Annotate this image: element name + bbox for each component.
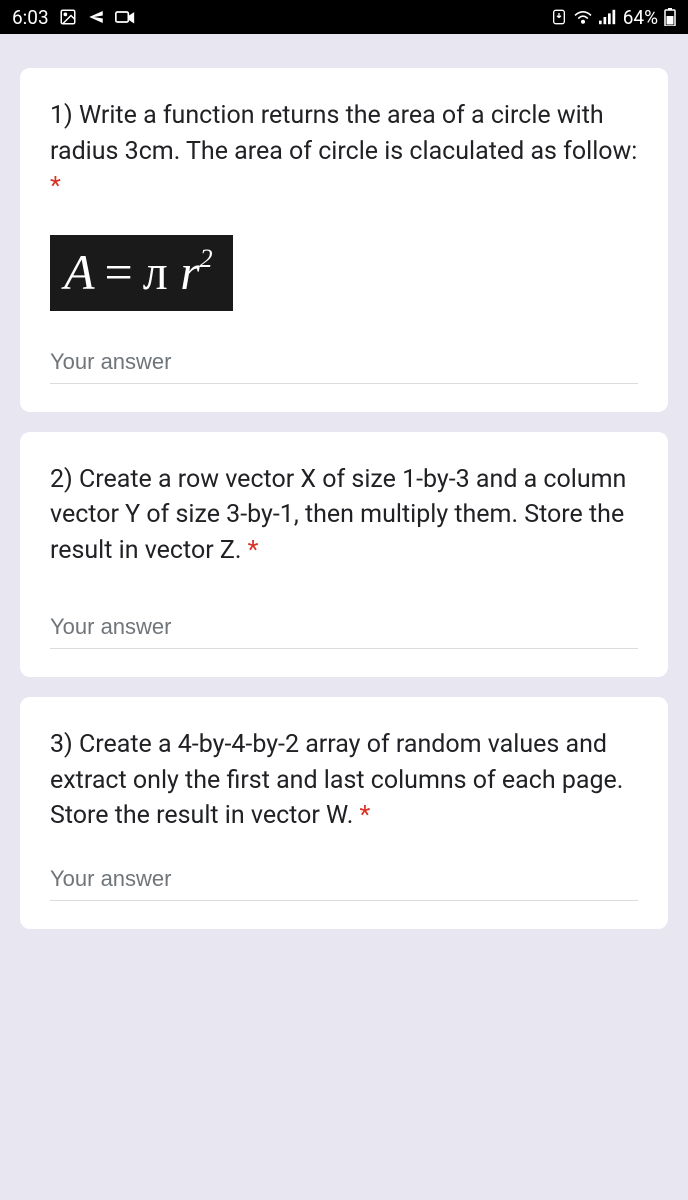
send-icon [87, 8, 105, 26]
signal-icon [599, 9, 617, 25]
answer-input-2[interactable] [50, 610, 638, 649]
required-asterisk: * [248, 536, 259, 565]
question-card-3: 3) Create a 4-by-4-by-2 array of random … [20, 697, 668, 929]
question-body-1: 1) Write a function returns the area of … [50, 101, 637, 166]
status-bar: 6:03 64% [0, 0, 688, 34]
battery-percent: 64% [623, 6, 658, 29]
question-text-3: 3) Create a 4-by-4-by-2 array of random … [50, 727, 638, 834]
gallery-icon [59, 8, 77, 26]
question-card-2: 2) Create a row vector X of size 1-by-3 … [20, 432, 668, 678]
wifi-icon [573, 9, 593, 25]
status-right: 64% [551, 6, 676, 29]
question-text-2: 2) Create a row vector X of size 1-by-3 … [50, 462, 638, 569]
answer-input-1[interactable] [50, 345, 638, 384]
answer-input-3[interactable] [50, 862, 638, 901]
question-card-1: 1) Write a function returns the area of … [20, 68, 668, 412]
question-text-1: 1) Write a function returns the area of … [50, 98, 638, 205]
form-content: 1) Write a function returns the area of … [0, 34, 688, 929]
status-time: 6:03 [12, 6, 49, 29]
required-asterisk: * [50, 172, 61, 201]
formula-image: A=л r2 [50, 235, 233, 311]
required-asterisk: * [360, 801, 371, 830]
question-body-3: 3) Create a 4-by-4-by-2 array of random … [50, 730, 623, 830]
video-icon [115, 9, 135, 25]
battery-icon [664, 8, 676, 26]
app-update-icon [551, 9, 567, 25]
status-left: 6:03 [12, 6, 135, 29]
question-body-2: 2) Create a row vector X of size 1-by-3 … [50, 465, 626, 565]
